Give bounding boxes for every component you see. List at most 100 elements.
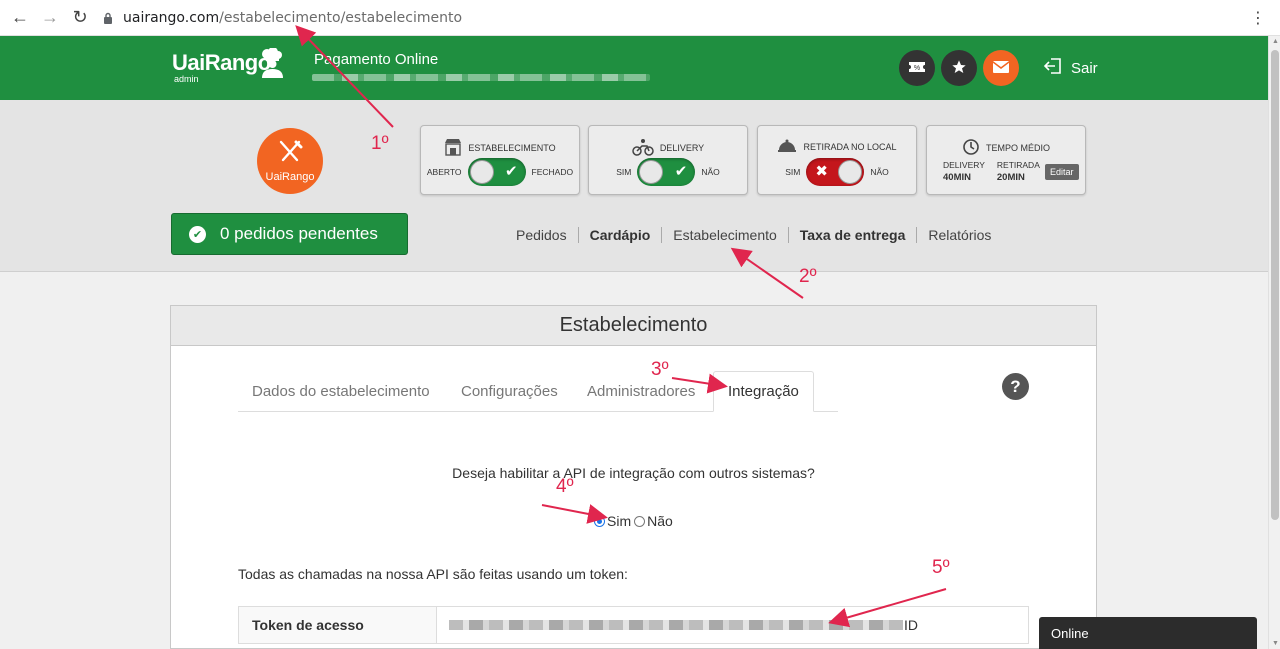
header-title: Pagamento Online: [314, 51, 439, 68]
app-header: UaiRango admin Pagamento Online % Sair: [0, 36, 1268, 100]
menu-item-taxa-entrega[interactable]: Taxa de entrega: [789, 227, 917, 243]
delivery-status-title: DELIVERY: [659, 143, 705, 153]
scroll-up-icon[interactable]: ▲: [1272, 38, 1279, 45]
utensils-icon: [277, 140, 303, 169]
tab-configuracoes[interactable]: Configurações: [447, 371, 572, 412]
menu-item-relatorios[interactable]: Relatórios: [917, 227, 1002, 243]
logo-sub-text: admin: [174, 74, 199, 84]
pickup-yes-label: SIM: [785, 167, 801, 177]
chef-icon: [260, 47, 284, 83]
edit-time-button[interactable]: Editar: [1045, 164, 1079, 180]
avg-delivery-value: 40MIN: [943, 172, 971, 183]
check-icon: ✔: [674, 163, 688, 180]
avg-pickup-value: 20MIN: [996, 172, 1025, 183]
store-logo-text: UaiRango: [265, 170, 315, 183]
step-1-label: 1º: [371, 133, 389, 154]
logout-icon: [1043, 57, 1063, 79]
avg-delivery-label: DELIVERY: [943, 160, 985, 170]
establishment-panel: Estabelecimento Dados do estabelecimento…: [170, 305, 1097, 649]
pending-orders-label: 0 pedidos pendentes: [220, 224, 378, 243]
online-chat-bar[interactable]: Online: [1039, 617, 1257, 649]
avg-time-card: TEMPO MÉDIO DELIVERY 40MIN RETIRADA 20MI…: [926, 125, 1086, 195]
star-icon: [951, 59, 967, 78]
menu-item-cardapio[interactable]: Cardápio: [579, 227, 662, 243]
url-domain: uairango.com: [123, 9, 220, 26]
panel-title: Estabelecimento: [171, 306, 1096, 346]
pending-orders-button[interactable]: ✔ 0 pedidos pendentes: [171, 213, 408, 255]
logout-button[interactable]: Sair: [1043, 57, 1098, 79]
status-area: UaiRango ESTABELECIMENTO ABERTO ✔ FECHAD…: [0, 100, 1268, 272]
token-suffix: ID: [904, 617, 918, 633]
api-radio-group: Sim Não: [594, 513, 673, 529]
page-scrollbar[interactable]: ▲ ▼: [1268, 36, 1280, 649]
reload-icon: ↻: [72, 7, 88, 27]
pickup-no-label: NÃO: [870, 167, 889, 177]
clock-icon: [962, 138, 980, 158]
browser-menu-icon[interactable]: ⋮: [1250, 8, 1266, 28]
tab-administradores[interactable]: Administradores: [573, 371, 709, 412]
motorbike-icon: [632, 138, 654, 158]
svg-text:%: %: [914, 65, 920, 72]
blurred-subtitle: [312, 74, 650, 81]
scroll-thumb[interactable]: [1271, 50, 1279, 520]
delivery-yes-label: SIM: [616, 167, 632, 177]
token-label: Token de acesso: [239, 607, 437, 643]
lock-icon: [101, 11, 115, 25]
storefront-icon: [444, 138, 462, 158]
x-icon: ✖: [815, 163, 828, 180]
token-table: Token de acesso ID: [238, 606, 1029, 644]
address-bar[interactable]: uairango.com/estabelecimento/estabelecim…: [101, 4, 661, 32]
logo-main-text: UaiRango: [172, 50, 271, 75]
api-question: Deseja habilitar a API de integração com…: [452, 465, 815, 481]
pickup-status-title: RETIRADA NO LOCAL: [803, 142, 897, 152]
scroll-down-icon[interactable]: ▼: [1272, 640, 1279, 647]
pickup-toggle[interactable]: ✖: [806, 158, 865, 186]
menu-item-pedidos[interactable]: Pedidos: [505, 227, 578, 243]
step-2-label: 2º: [799, 266, 817, 287]
menu-item-estabelecimento[interactable]: Estabelecimento: [662, 227, 788, 243]
browser-toolbar: ← → ↻ uairango.com/estabelecimento/estab…: [0, 0, 1280, 36]
store-closed-label: FECHADO: [531, 167, 574, 177]
messages-button[interactable]: [983, 50, 1019, 86]
check-icon: ✔: [504, 163, 518, 180]
step-3-label: 3º: [651, 359, 669, 380]
coupon-button[interactable]: %: [899, 50, 935, 86]
tab-bar: Dados do estabelecimento Configurações A…: [238, 371, 838, 412]
token-description: Todas as chamadas na nossa API são feita…: [238, 566, 628, 582]
avg-pickup-label: RETIRADA: [996, 160, 1040, 170]
arrow-right-icon: →: [41, 7, 59, 27]
url-text: uairango.com/estabelecimento/estabelecim…: [123, 10, 462, 26]
main-menu: Pedidos Cardápio Estabelecimento Taxa de…: [505, 227, 1002, 243]
delivery-no-label: NÃO: [701, 167, 720, 177]
token-blurred: [449, 620, 903, 630]
token-value[interactable]: ID: [437, 607, 1028, 643]
check-circle-icon: ✔: [189, 225, 206, 243]
arrow-left-icon: ←: [11, 7, 29, 27]
coupon-icon: %: [908, 61, 926, 76]
tab-integracao[interactable]: Integração: [713, 371, 814, 412]
reload-button[interactable]: ↻: [65, 3, 95, 33]
store-status-title: ESTABELECIMENTO: [468, 143, 556, 153]
radio-yes-label[interactable]: Sim: [607, 513, 631, 529]
forward-button[interactable]: →: [35, 3, 65, 33]
radio-no-label[interactable]: Não: [647, 513, 673, 529]
back-button[interactable]: ←: [5, 3, 35, 33]
mail-icon: [992, 60, 1010, 76]
logout-label: Sair: [1071, 59, 1098, 77]
app-logo[interactable]: UaiRango admin: [172, 47, 283, 84]
tab-dados[interactable]: Dados do estabelecimento: [238, 371, 444, 412]
step-5-label: 5º: [932, 557, 950, 578]
url-path: /estabelecimento/estabelecimento: [219, 9, 463, 26]
store-open-label: ABERTO: [426, 167, 462, 177]
step-4-label: 4º: [556, 476, 574, 497]
favorites-button[interactable]: [941, 50, 977, 86]
help-icon[interactable]: ?: [1002, 373, 1029, 400]
radio-yes[interactable]: [594, 515, 605, 527]
pickup-status-card: RETIRADA NO LOCAL SIM ✖ NÃO: [757, 125, 917, 195]
cloche-icon: [777, 138, 797, 156]
delivery-toggle[interactable]: ✔: [637, 158, 696, 186]
store-status-card: ESTABELECIMENTO ABERTO ✔ FECHADO: [420, 125, 580, 195]
store-status-toggle[interactable]: ✔: [467, 158, 526, 186]
radio-no[interactable]: [634, 515, 646, 527]
delivery-status-card: DELIVERY SIM ✔ NÃO: [588, 125, 748, 195]
